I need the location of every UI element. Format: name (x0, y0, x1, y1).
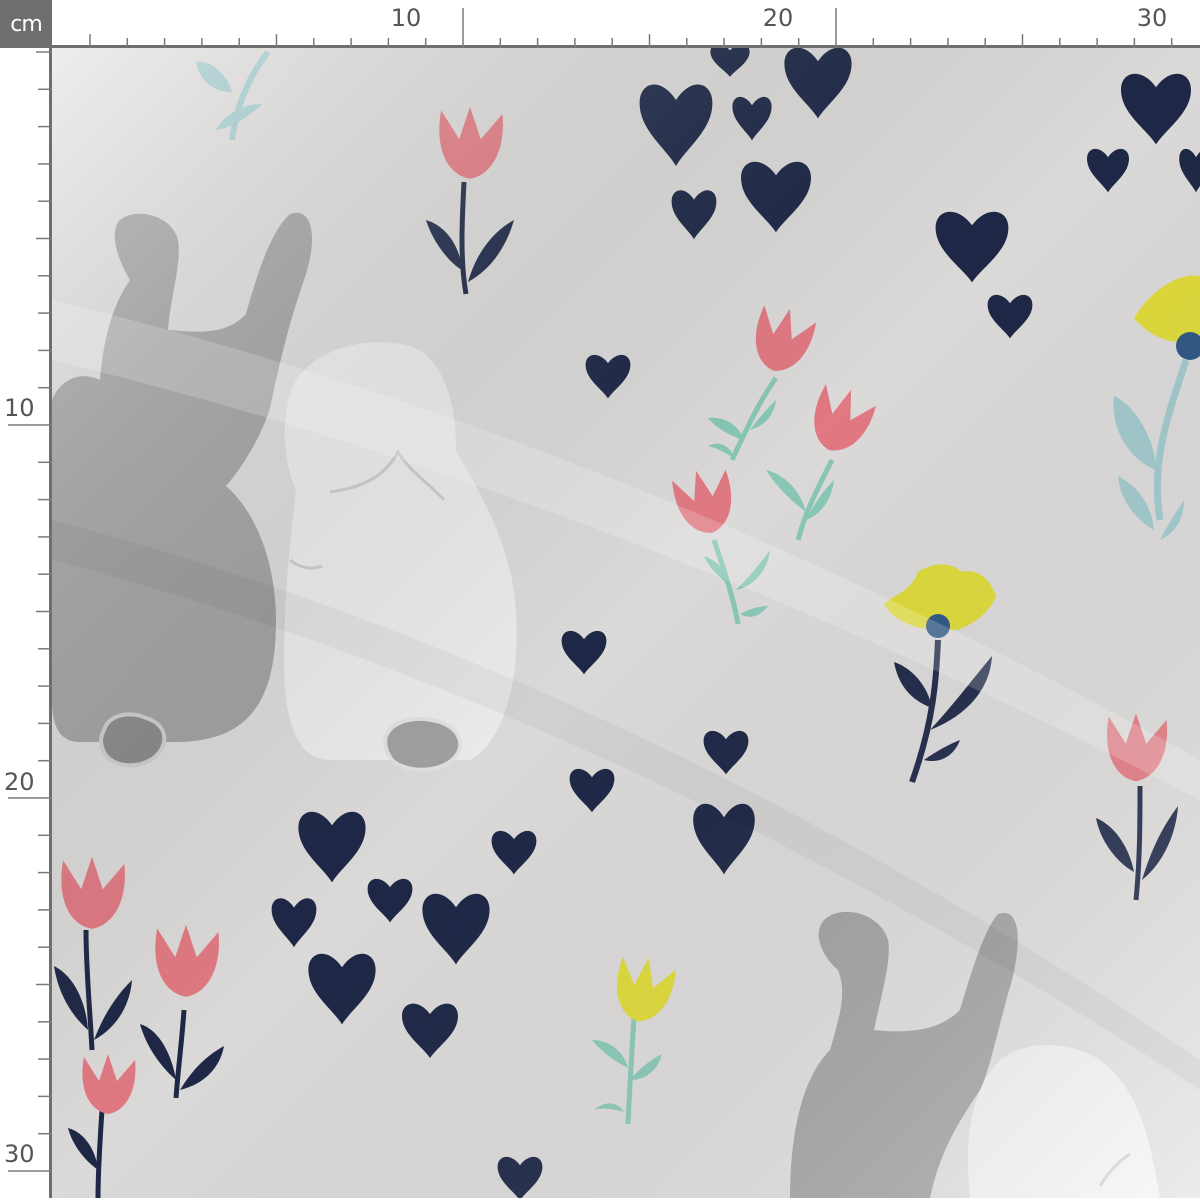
left-ruler-label-20: 20 (4, 768, 35, 796)
left-ruler-ticks (8, 51, 52, 1172)
left-ruler-label-30: 30 (4, 1140, 35, 1168)
left-ruler-label-10: 10 (4, 394, 35, 422)
fabric-swatch (52, 48, 1200, 1198)
top-ruler-ticks (89, 8, 1173, 48)
top-ruler: 10 20 30 (52, 0, 1200, 48)
top-ruler-label-20: 20 (762, 4, 794, 32)
fabric-pattern (52, 48, 1200, 1198)
unit-label: cm (0, 0, 52, 48)
left-ruler: 10 20 30 (0, 48, 52, 1198)
fabric-fold-shading (52, 48, 1200, 1198)
top-ruler-label-10: 10 (390, 4, 422, 32)
top-ruler-label-30: 30 (1136, 4, 1168, 32)
